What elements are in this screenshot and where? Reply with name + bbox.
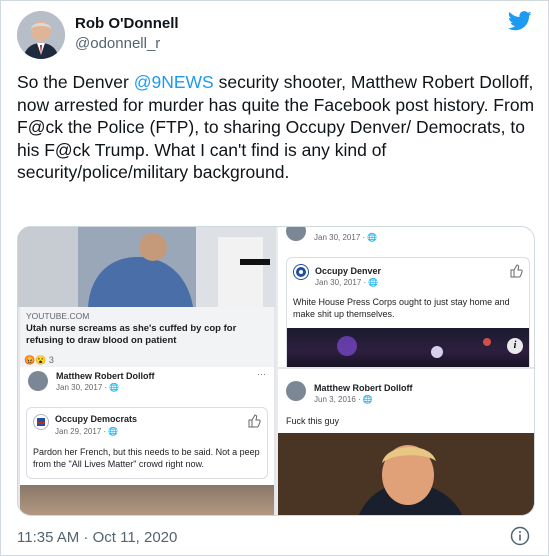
trump-photo bbox=[278, 433, 534, 515]
shared-page-name: Occupy Denver bbox=[315, 266, 382, 276]
more-options-icon[interactable]: ··· bbox=[257, 369, 266, 379]
tweet-timestamp[interactable]: 11:35 AM · Oct 11, 2020 bbox=[17, 529, 177, 546]
like-page-icon[interactable] bbox=[509, 264, 523, 278]
link-preview[interactable]: YOUTUBE.COM Utah nurse screams as she's … bbox=[20, 307, 274, 371]
shared-date: Jan 29, 2017 · 🌐 bbox=[55, 427, 118, 436]
media-left-image[interactable]: YOUTUBE.COM Utah nurse screams as she's … bbox=[18, 227, 276, 515]
twitter-bird-icon[interactable] bbox=[508, 11, 532, 31]
media-right-image[interactable]: Jan 30, 2017 · 🌐 Occupy Denver Jan 30, 2… bbox=[278, 227, 534, 515]
fb-date-text: Jan 30, 2017 · bbox=[314, 233, 368, 242]
fb-date-text: Jan 30, 2017 · bbox=[56, 383, 110, 392]
reactions-row[interactable]: 😡😮 3 bbox=[24, 355, 54, 366]
nurse-video-thumbnail bbox=[18, 227, 276, 307]
shared-date-text: Jan 29, 2017 · bbox=[55, 427, 109, 436]
shared-text: Pardon her French, but this needs to be … bbox=[33, 447, 260, 469]
fb-avatar bbox=[28, 371, 48, 391]
globe-icon: 🌐 bbox=[109, 383, 120, 392]
media-grid[interactable]: YOUTUBE.COM Utah nurse screams as she's … bbox=[17, 226, 535, 516]
link-title: Utah nurse screams as she's cuffed by co… bbox=[26, 323, 237, 346]
shared-page-card: Occupy Democrats Jan 29, 2017 · 🌐 Pardon… bbox=[26, 407, 268, 479]
right-bottom-fb-post: Matthew Robert Dolloff Jun 3, 2016 · 🌐 F… bbox=[278, 369, 534, 515]
shared-page-name: Occupy Democrats bbox=[55, 414, 138, 424]
fb-author: Matthew Robert Dolloff bbox=[56, 371, 155, 381]
shared-date: Jan 30, 2017 · 🌐 bbox=[315, 278, 378, 287]
shared-text: White House Press Corps ought to just st… bbox=[293, 297, 510, 319]
link-domain: YOUTUBE.COM bbox=[26, 311, 90, 321]
shared-date-text: Jan 30, 2017 · bbox=[315, 278, 369, 287]
info-icon[interactable] bbox=[510, 526, 530, 546]
like-page-icon[interactable] bbox=[247, 414, 261, 428]
reaction-icons: 😡😮 bbox=[24, 355, 49, 365]
user-handle[interactable]: @odonnell_r bbox=[75, 35, 160, 52]
left-bottom-image bbox=[20, 485, 274, 515]
right-top-fb-post: Jan 30, 2017 · 🌐 Occupy Denver Jan 30, 2… bbox=[278, 227, 534, 367]
mention-link[interactable]: @9NEWS bbox=[134, 72, 214, 92]
reaction-count: 3 bbox=[48, 355, 54, 365]
fb-date: Jun 3, 2016 · 🌐 bbox=[314, 395, 373, 404]
left-fb-post: Matthew Robert Dolloff Jan 30, 2017 · 🌐 … bbox=[20, 367, 274, 515]
info-badge-icon[interactable]: i bbox=[507, 338, 523, 354]
shared-page-card: Occupy Denver Jan 30, 2017 · 🌐 White Hou… bbox=[286, 257, 530, 367]
tweet-text: So the Denver @9NEWS security shooter, M… bbox=[17, 71, 537, 184]
fb-post-text: Fuck this guy bbox=[286, 416, 340, 426]
fb-author: Matthew Robert Dolloff bbox=[314, 383, 413, 393]
globe-icon: 🌐 bbox=[367, 233, 378, 242]
fb-avatar bbox=[286, 227, 306, 241]
fb-avatar bbox=[286, 381, 306, 401]
globe-icon: 🌐 bbox=[108, 427, 119, 436]
occupy-democrats-logo-icon bbox=[33, 414, 49, 430]
tweet-card: Rob O'Donnell @odonnell_r So the Denver … bbox=[0, 0, 549, 556]
globe-icon: 🌐 bbox=[362, 395, 373, 404]
globe-icon: 🌐 bbox=[368, 278, 379, 287]
press-image bbox=[287, 328, 529, 367]
occupy-denver-logo-icon bbox=[293, 264, 309, 280]
avatar[interactable] bbox=[17, 11, 65, 59]
fb-date: Jan 30, 2017 · 🌐 bbox=[56, 383, 119, 392]
fb-date: Jan 30, 2017 · 🌐 bbox=[314, 233, 377, 242]
tweet-text-before: So the Denver bbox=[17, 72, 134, 92]
fb-date-text: Jun 3, 2016 · bbox=[314, 395, 363, 404]
user-name[interactable]: Rob O'Donnell bbox=[75, 15, 179, 32]
